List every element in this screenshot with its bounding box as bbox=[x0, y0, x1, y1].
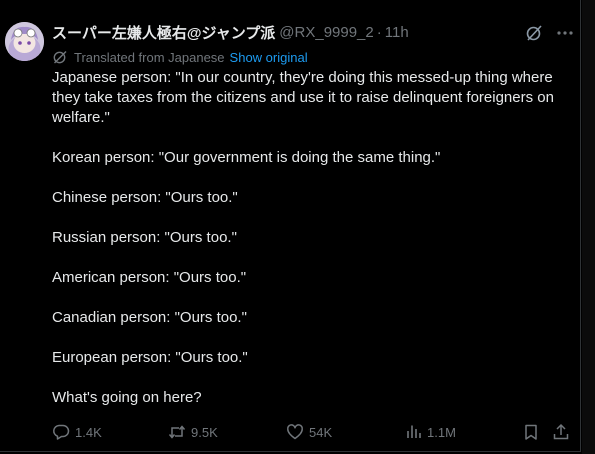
bookmark-button[interactable] bbox=[522, 422, 540, 442]
reply-icon bbox=[52, 423, 70, 441]
like-button[interactable]: 54K bbox=[286, 422, 332, 442]
translated-label: Translated from Japanese bbox=[74, 49, 225, 65]
views-icon bbox=[404, 423, 422, 441]
scrollbar[interactable] bbox=[582, 0, 595, 454]
repost-button[interactable]: 9.5K bbox=[168, 422, 218, 442]
anime-avatar-image bbox=[5, 22, 44, 61]
translate-icon bbox=[52, 49, 68, 65]
tweet-paragraph: European person: "Ours too." bbox=[52, 349, 248, 366]
timestamp[interactable]: 11h bbox=[385, 24, 409, 41]
share-icon bbox=[552, 423, 570, 441]
tweet-paragraph: Russian person: "Ours too." bbox=[52, 229, 237, 246]
like-icon bbox=[286, 423, 304, 441]
tweet-text: Japanese person: "In our country, they'r… bbox=[52, 68, 572, 428]
user-handle[interactable]: @RX_9999_2 bbox=[279, 24, 373, 41]
tweet-paragraph: Canadian person: "Ours too." bbox=[52, 309, 247, 326]
header-separator: · bbox=[376, 23, 382, 41]
tweet-header: スーパー左嫌人極右@ジャンプ派 @RX_9999_2 · 11h bbox=[52, 22, 409, 42]
share-button[interactable] bbox=[552, 422, 570, 442]
avatar[interactable] bbox=[5, 22, 44, 61]
tweet-paragraph: Chinese person: "Ours too." bbox=[52, 189, 238, 206]
translation-notice: Translated from Japanese Show original bbox=[52, 48, 308, 66]
views-button[interactable]: 1.1M bbox=[404, 422, 456, 442]
tweet-paragraph: What's going on here? bbox=[52, 389, 202, 406]
reply-button[interactable]: 1.4K bbox=[52, 422, 102, 442]
action-bar: 1.4K 9.5K 54K 1.1M bbox=[0, 422, 581, 442]
repost-count: 9.5K bbox=[191, 424, 218, 440]
tweet-paragraph: Japanese person: "In our country, they'r… bbox=[52, 69, 554, 126]
more-icon[interactable] bbox=[555, 24, 575, 42]
views-count: 1.1M bbox=[427, 424, 456, 440]
display-name[interactable]: スーパー左嫌人極右@ジャンプ派 bbox=[52, 22, 275, 43]
tweet-paragraph: American person: "Ours too." bbox=[52, 269, 247, 286]
tweet-paragraph: Korean person: "Our government is doing … bbox=[52, 149, 441, 166]
bookmark-icon bbox=[522, 423, 540, 441]
show-original-link[interactable]: Show original bbox=[230, 50, 308, 65]
repost-icon bbox=[168, 423, 186, 441]
like-count: 54K bbox=[309, 424, 333, 440]
reply-count: 1.4K bbox=[75, 424, 102, 440]
grok-icon[interactable] bbox=[525, 24, 543, 42]
